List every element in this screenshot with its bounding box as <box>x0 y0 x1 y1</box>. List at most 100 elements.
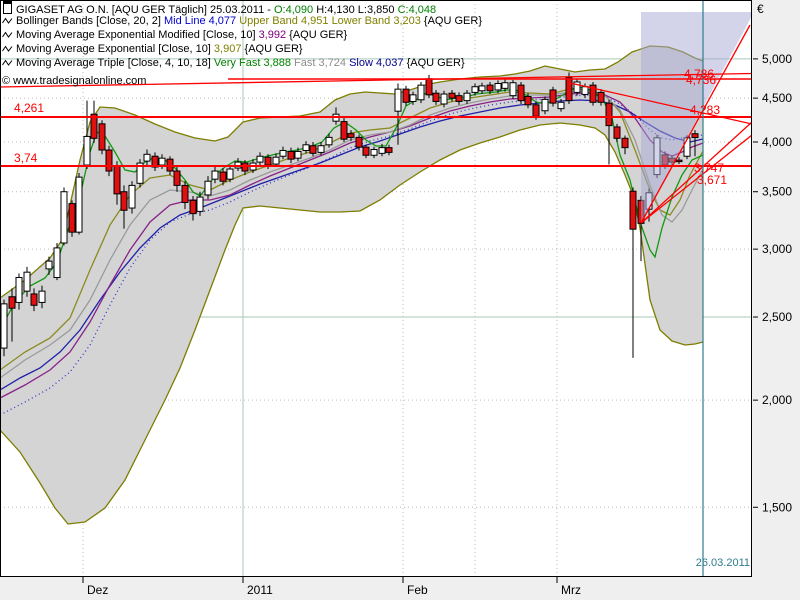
candle-body <box>613 126 621 139</box>
price-level-label: 4,261 <box>14 101 44 115</box>
candle-body <box>256 155 264 163</box>
candle-body <box>30 293 38 306</box>
candle-body <box>189 199 197 215</box>
legend-text-segment: Mid Line 4,077 <box>163 15 240 27</box>
y-axis-label: 2,000 <box>762 393 792 407</box>
y-axis-label: 5,000 <box>762 52 792 66</box>
candle-body <box>417 84 425 101</box>
legend-text-segment: Moving Average Exponential Modified [Clo… <box>16 29 259 41</box>
candle-body <box>605 102 613 127</box>
candle-body <box>362 146 370 156</box>
legend-text-segment: Lower Band 3,203 <box>331 15 424 27</box>
candle-body <box>0 303 8 349</box>
legend-text-segment: Bollinger Bands [Close, 20, 2] <box>16 15 164 27</box>
candle-body <box>120 191 128 211</box>
candle-body <box>557 101 565 110</box>
candle-body <box>402 88 410 103</box>
chart-window: 4,261 3,74 4,786 4,736 4,283 3,747 3,671 5,000 4… <box>0 0 800 600</box>
y-axis-label: 3,000 <box>762 242 792 256</box>
candle-body <box>471 86 479 93</box>
legend-text-segment: 3,907 <box>213 43 245 55</box>
candle-body <box>196 196 204 212</box>
candle-body <box>509 82 517 97</box>
candle-body <box>486 84 494 92</box>
candle-body <box>113 165 121 195</box>
candle-body <box>53 247 61 278</box>
candle-body <box>219 171 227 182</box>
legend-text-segment: {AQU GER} <box>423 15 482 27</box>
watermark: © www.tradesignalonline.com <box>2 75 147 87</box>
candle-body <box>378 147 386 154</box>
candle-body <box>302 144 310 151</box>
candle-body <box>691 133 699 139</box>
candle-body <box>432 92 440 102</box>
candle-body <box>8 296 16 309</box>
candle-body <box>287 150 295 160</box>
y-axis-label: 3,500 <box>762 185 792 199</box>
candle-body <box>75 176 83 233</box>
x-axis-label: Dez <box>87 583 108 597</box>
candle-body <box>478 85 486 92</box>
candle-body <box>83 135 91 166</box>
candle-body <box>629 190 637 230</box>
instrument-icon <box>3 1 12 14</box>
legend-text-segment: {AQU GER} <box>406 57 465 69</box>
candle-body <box>309 145 317 154</box>
currency-axis-label: € <box>757 2 764 16</box>
legend-text-segment: 3,992 <box>258 29 290 41</box>
price-level-label: 3,74 <box>14 151 38 165</box>
price-level-label: 3,671 <box>697 173 727 187</box>
candle-body <box>463 92 471 102</box>
legend-text-segment: Slow 4,037 <box>349 57 407 69</box>
candle-body <box>524 95 532 106</box>
candle-body <box>675 159 683 163</box>
candle-body <box>68 203 76 233</box>
candle-body <box>409 94 417 102</box>
candle-body <box>347 133 355 138</box>
price-level-label: 4,736 <box>686 73 716 87</box>
candle-body <box>294 150 302 159</box>
candle-body <box>264 156 272 166</box>
last-date-label: 26.03.2011 <box>695 557 750 569</box>
candle-body <box>355 136 363 148</box>
ma-exp-modified-legend-line: Moving Average Exponential Modified [Clo… <box>2 29 347 43</box>
candle-body <box>105 149 113 172</box>
candle-body <box>226 168 234 180</box>
candle-body <box>158 157 166 166</box>
indicator-curve-icon <box>2 44 13 57</box>
y-axis-label: 4,000 <box>762 135 792 149</box>
price-chart: 4,2613,744,7864,7364,2833,7473,6715,0004… <box>0 0 800 600</box>
legend-text-segment: Moving Average Exponential [Close, 10] <box>16 43 214 55</box>
y-axis-label: 4,500 <box>762 91 792 105</box>
legend-text-segment: Moving Average Triple [Close, 4, 10, 18] <box>16 57 214 69</box>
candle-body <box>425 78 433 96</box>
bollinger-legend-line: Bollinger Bands [Close, 20, 2] Mid Line … <box>2 15 482 29</box>
candle-body <box>173 170 181 186</box>
candle-body <box>128 184 136 209</box>
candle-body <box>494 83 502 91</box>
candle-body <box>370 149 378 156</box>
candle-body <box>440 93 448 105</box>
legend-text-segment: {AQU GER} <box>289 29 348 41</box>
candle-body <box>317 145 325 153</box>
candle-body <box>211 170 219 180</box>
candle-body <box>621 137 629 149</box>
candle-body <box>565 77 573 102</box>
y-axis-label: 1,500 <box>762 500 792 514</box>
indicator-curve-icon <box>2 58 13 71</box>
candle-body <box>541 98 549 112</box>
legend-text-segment: Upper Band 4,951 <box>239 15 332 27</box>
indicator-curve-icon <box>2 16 13 29</box>
candle-body <box>325 136 333 146</box>
candle-body <box>241 162 249 172</box>
candle-body <box>501 82 509 89</box>
candle-body <box>581 86 589 95</box>
x-axis-label: Mrz <box>561 583 581 597</box>
candle-body <box>549 89 557 104</box>
candle-body <box>38 290 46 303</box>
price-level-label: 4,283 <box>690 103 720 117</box>
candle-body <box>597 91 605 103</box>
legend-text-segment: Fast 3,724 <box>294 57 350 69</box>
candle-body <box>15 276 23 303</box>
candle-body <box>532 104 540 117</box>
